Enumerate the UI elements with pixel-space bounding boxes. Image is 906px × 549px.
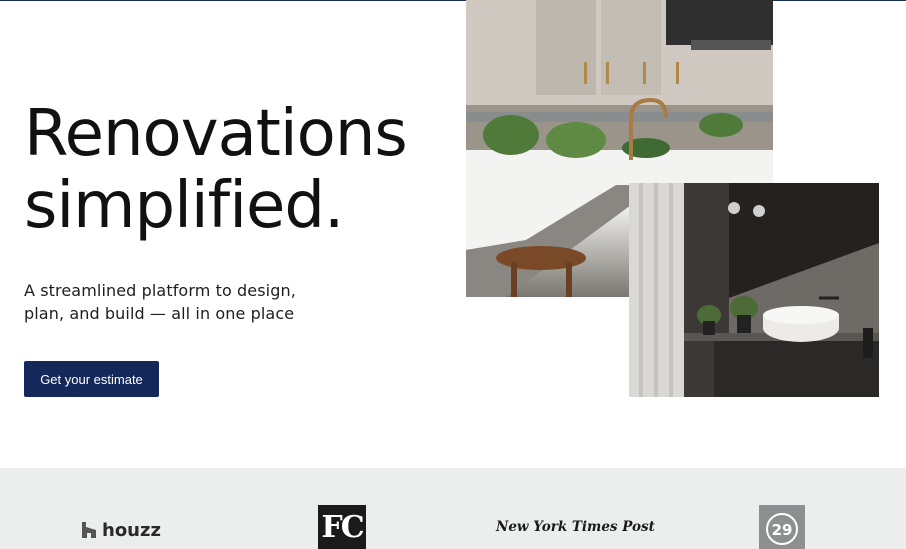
domino-29-logo: 29: [759, 505, 805, 549]
bathroom-photo: [629, 183, 879, 397]
new-york-times-post-logo: New York Times Post: [496, 516, 655, 538]
d29-icon: 29: [766, 513, 798, 545]
hero-subtitle: A streamlined platform to design, plan, …: [24, 281, 296, 323]
fc-logo-text: FC: [321, 509, 364, 545]
fc-logo: FC: [318, 505, 366, 549]
d29-logo-text: 29: [772, 521, 793, 539]
get-estimate-button[interactable]: Get your estimate: [24, 361, 159, 397]
houzz-logo-text: houzz: [102, 519, 161, 541]
houzz-logo: houzz: [82, 518, 161, 542]
hero-title-line-1: Renovations: [24, 97, 408, 171]
houzz-icon: [82, 522, 96, 538]
bathroom-photo-illustration: [629, 183, 879, 397]
hero-title-line-2: simplified.: [24, 169, 344, 243]
nytp-logo-text: New York Times Post: [496, 519, 655, 535]
hero-title: Renovations simplified.: [24, 97, 408, 243]
